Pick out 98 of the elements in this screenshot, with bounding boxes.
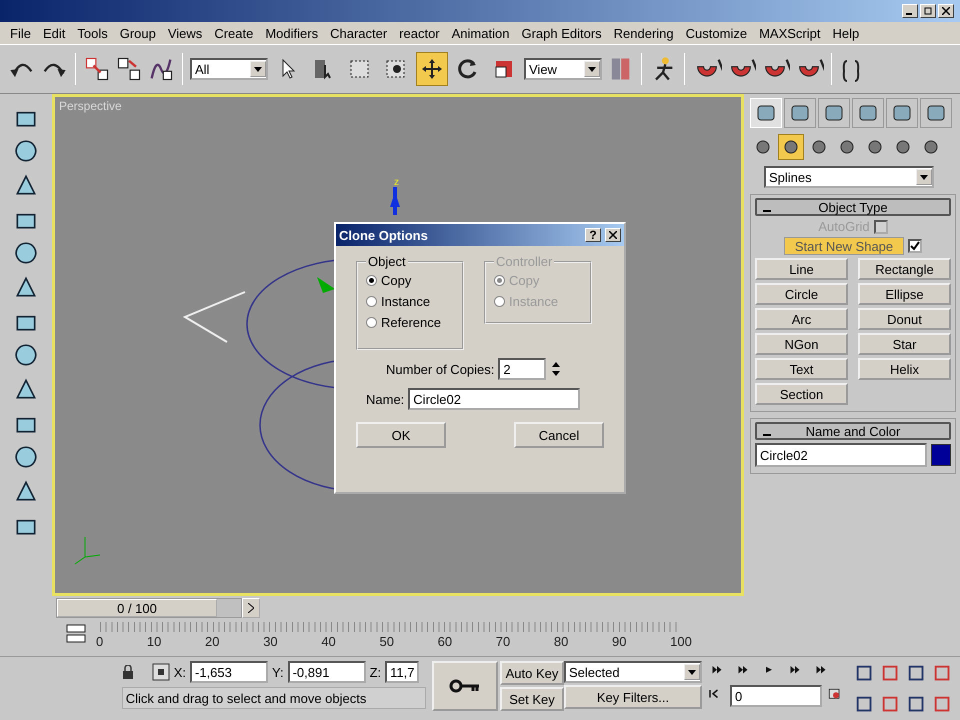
frame-number: 10	[146, 634, 162, 649]
absolute-mode-icon[interactable]	[152, 663, 170, 681]
frame-number: 0	[96, 634, 104, 649]
shape-button[interactable]: Helix	[858, 358, 951, 380]
shape-button[interactable]: Rectangle	[858, 258, 951, 280]
frame-number: 90	[612, 634, 626, 649]
menu-item[interactable]: Views	[162, 26, 208, 40]
radio-button[interactable]	[366, 296, 377, 307]
frame-number: 20	[205, 634, 220, 649]
z-label: Z:	[370, 664, 382, 680]
menu-item[interactable]: Graph Editors	[515, 26, 608, 40]
category-dropdown[interactable]: Splines	[764, 166, 934, 188]
minimize-icon[interactable]	[902, 4, 918, 18]
x-field[interactable]: -1,653	[190, 661, 268, 683]
caret-icon[interactable]	[588, 66, 596, 72]
shape-button[interactable]: Line	[755, 258, 848, 280]
x-label: X:	[174, 664, 186, 680]
shape-button[interactable]: Section	[755, 383, 848, 405]
caret-icon[interactable]	[254, 66, 262, 72]
shape-button[interactable]: Arc	[755, 308, 848, 330]
shape-button[interactable]: Text	[755, 358, 848, 380]
shape-button[interactable]: Donut	[858, 308, 951, 330]
close-icon[interactable]	[605, 228, 621, 242]
rollout-header[interactable]: Name and Color	[755, 422, 951, 440]
frame-number: 50	[379, 634, 394, 649]
shape-button[interactable]: NGon	[755, 333, 848, 355]
key-button[interactable]	[432, 661, 498, 711]
maximize-icon[interactable]	[920, 4, 936, 18]
rollout-header[interactable]: Object Type	[755, 198, 951, 216]
link-icon[interactable]	[83, 55, 111, 83]
y-field[interactable]: -0,891	[288, 661, 366, 683]
start-new-shape-checkbox[interactable]	[908, 239, 922, 253]
tool-button[interactable]	[416, 52, 448, 86]
name-field[interactable]: Circle02	[408, 388, 580, 410]
menu-item[interactable]: Group	[114, 26, 162, 40]
key-icon	[449, 679, 482, 693]
dialog-button[interactable]: OK	[356, 422, 446, 448]
time-slider-thumb[interactable]: 0 / 100	[57, 599, 217, 617]
menu-item[interactable]: Edit	[36, 26, 72, 40]
menu-item[interactable]: Customize	[680, 26, 754, 40]
color-swatch[interactable]	[931, 444, 951, 466]
z-field[interactable]: 11,7	[385, 661, 420, 683]
y-label: Y:	[272, 664, 284, 680]
menu-item[interactable]: Create	[208, 26, 260, 40]
group-legend: Object	[366, 254, 408, 269]
menu-item[interactable]: reactor	[393, 26, 446, 40]
gizmo-label: z	[393, 175, 403, 187]
auto-key-button[interactable]: Auto Key	[500, 661, 564, 685]
close-icon[interactable]	[938, 4, 954, 18]
frame-number: 80	[554, 634, 568, 649]
menu-item[interactable]: MAXScript	[753, 26, 826, 40]
radio-label: Reference	[381, 315, 441, 330]
menu-item[interactable]: Rendering	[608, 26, 680, 40]
frame-number: 30	[263, 634, 278, 649]
menu-item[interactable]: Animation	[446, 26, 516, 40]
menu-item[interactable]: Modifiers	[259, 26, 324, 40]
selection-filter-dropdown[interactable]: All	[190, 58, 268, 80]
dialog-title: Clone Options	[339, 228, 428, 242]
start-new-shape-button[interactable]: Start New Shape	[784, 237, 904, 255]
reference-coord-dropdown[interactable]: View	[524, 58, 602, 80]
radio-button[interactable]	[366, 275, 377, 286]
axis-icon	[73, 535, 101, 565]
menu-item[interactable]: File	[4, 26, 37, 40]
menu-item[interactable]: Help	[826, 26, 866, 40]
frame-number: 60	[438, 634, 452, 649]
move-icon[interactable]	[420, 57, 444, 81]
copies-label: Number of Copies:	[386, 362, 494, 376]
time-slider[interactable]: 0 / 100	[56, 598, 242, 618]
frame-number: 100	[670, 634, 692, 649]
shape-button[interactable]: Circle	[755, 283, 848, 305]
frame-number: 70	[496, 634, 510, 649]
group-legend: Controller	[494, 254, 554, 269]
copies-field[interactable]: 2	[498, 358, 546, 380]
radio-label: Copy	[509, 273, 540, 288]
dialog-button[interactable]: Cancel	[514, 422, 604, 448]
status-prompt: Click and drag to select and move objects	[122, 687, 426, 709]
radio-label: Instance	[381, 294, 430, 309]
track-filter-icon[interactable]	[64, 622, 88, 644]
name-label: Name:	[366, 392, 404, 406]
key-filters-button[interactable]: Key Filters...	[564, 685, 702, 709]
lock-icon[interactable]	[122, 665, 134, 679]
category-button[interactable]	[778, 134, 804, 160]
caret-icon[interactable]	[688, 670, 696, 674]
shape-button[interactable]: Star	[858, 333, 951, 355]
radio-button[interactable]	[366, 317, 377, 328]
menu-item[interactable]: Tools	[71, 26, 114, 40]
key-mode-dropdown[interactable]: Selected	[564, 661, 702, 683]
unlink-icon[interactable]	[115, 55, 143, 83]
menu-item[interactable]: Character	[324, 26, 394, 40]
frame-field[interactable]: 0	[730, 685, 822, 707]
radio-label: Copy	[381, 273, 412, 288]
caret-icon[interactable]	[920, 174, 928, 180]
radio-label: Instance	[509, 294, 558, 309]
help-button[interactable]: ?	[585, 228, 601, 242]
set-key-button[interactable]: Set Key	[500, 687, 564, 711]
object-name-field[interactable]: Circle02	[755, 443, 927, 467]
shape-button[interactable]: Ellipse	[858, 283, 951, 305]
frame-number: 40	[321, 634, 336, 649]
